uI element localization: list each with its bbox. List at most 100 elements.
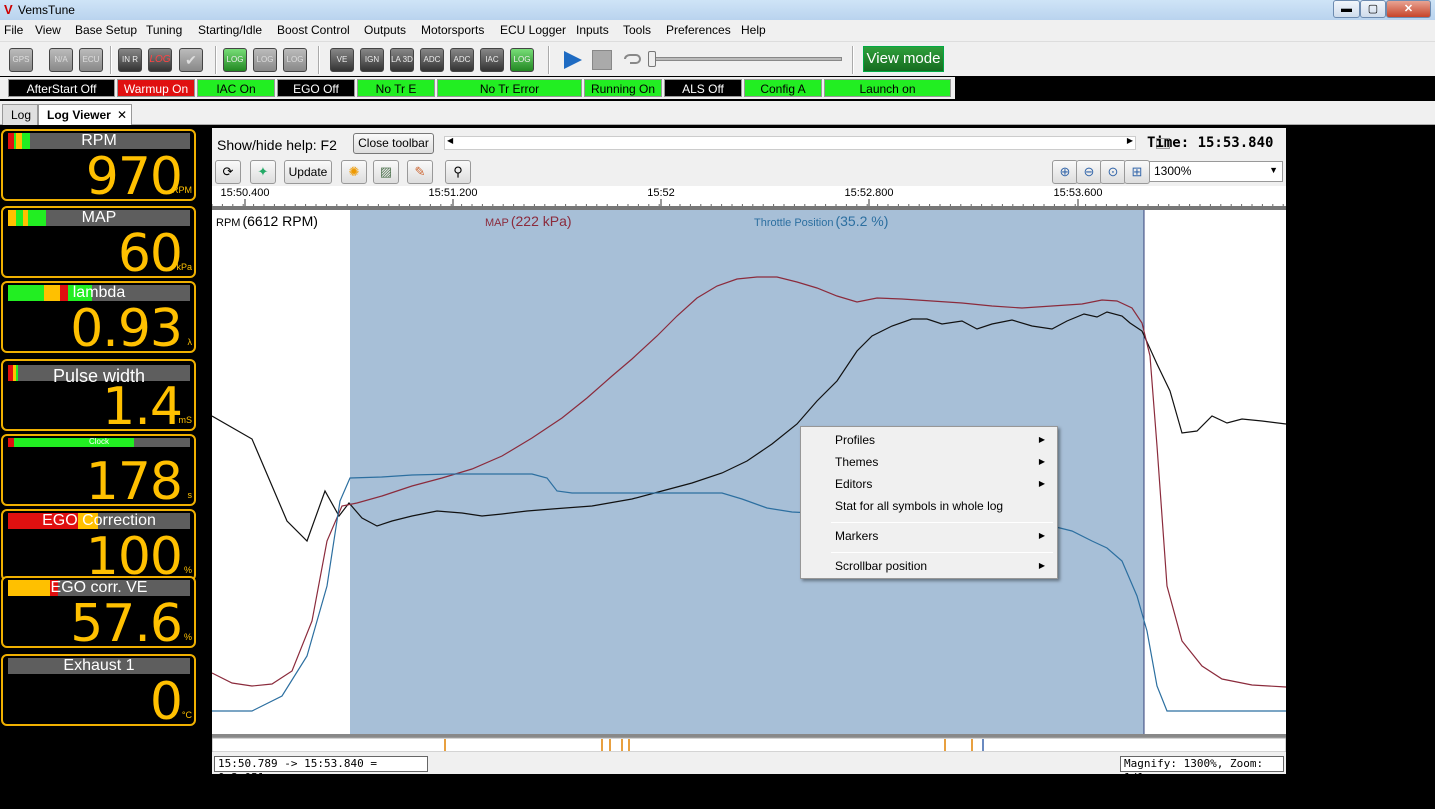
tab-log[interactable]: Log <box>2 104 38 125</box>
view-mode-button[interactable]: View mode <box>863 46 944 72</box>
status-config: Config A <box>744 79 822 97</box>
status-afterstart: AfterStart Off <box>8 79 115 97</box>
ve-3d-icon[interactable]: VE 3D <box>330 48 354 72</box>
menu-preferences[interactable]: Preferences <box>666 23 731 37</box>
tick-label: 15:50.400 <box>221 187 270 199</box>
menu-tools[interactable]: Tools <box>623 23 651 37</box>
marker-strip[interactable] <box>212 737 1286 752</box>
gauge-pulse-width-value: 1.4 <box>102 377 183 431</box>
log-chart[interactable]: 15:50.400 15:51.200 15:52 15:52.800 15:53.60… <box>212 186 1286 752</box>
ctx-scrollbar-position[interactable]: Scrollbar position <box>835 559 927 573</box>
loop-icon[interactable] <box>622 52 642 66</box>
zoom-in-icon[interactable]: ⊕ <box>1052 160 1078 184</box>
window-title: VemsTune <box>18 3 75 17</box>
submenu-arrow-icon: ▶ <box>1038 561 1045 570</box>
gauge-pulse-width: Pulse width 1.4 mS <box>1 359 196 431</box>
gauge-clock: Clock 178 s <box>1 434 196 506</box>
gauge-clock-unit: s <box>187 490 193 500</box>
chevron-down-icon: ▼ <box>1269 165 1278 175</box>
refresh-icon[interactable]: ⟳ <box>215 160 241 184</box>
close-toolbar-button[interactable]: Close toolbar <box>353 133 434 154</box>
help-hint: Show/hide help: F2 <box>217 137 337 153</box>
status-iac: IAC On <box>197 79 275 97</box>
tick-label: 15:53.600 <box>1054 187 1103 199</box>
menu-file[interactable]: File <box>4 23 23 37</box>
ctx-themes[interactable]: Themes <box>835 455 878 469</box>
iac-icon[interactable]: IAC <box>480 48 504 72</box>
menu-help[interactable]: Help <box>741 23 766 37</box>
ecu-icon[interactable]: ECU <box>79 48 103 72</box>
log-view-icon[interactable]: LOG VIEW <box>510 48 534 72</box>
la-3d-icon[interactable]: LA 3D <box>390 48 414 72</box>
status-launch: Launch on <box>824 79 951 97</box>
tab-log-viewer[interactable]: Log Viewer ✕ <box>38 104 132 125</box>
scroll-right-icon[interactable]: ▶ <box>1127 136 1133 145</box>
gps-icon[interactable]: GPS <box>9 48 33 72</box>
tab-log-label: Log <box>11 108 32 122</box>
gauge-ego-correction: EGO Correction 100 % <box>1 509 196 581</box>
zoom-out-icon[interactable]: ⊖ <box>1076 160 1102 184</box>
gauge-log-3-icon[interactable]: LOG <box>283 48 307 72</box>
search-icon[interactable]: ⚲ <box>445 160 471 184</box>
gauge-ego-corr-ve-unit: % <box>183 632 192 642</box>
submenu-arrow-icon: ▶ <box>1038 457 1045 466</box>
ctx-profiles[interactable]: Profiles <box>835 433 875 447</box>
menu-motorsports[interactable]: Motorsports <box>421 23 484 37</box>
gauge-log-2-icon[interactable]: LOG <box>253 48 277 72</box>
ctx-editors[interactable]: Editors <box>835 477 872 491</box>
palette-icon[interactable]: ✎ <box>407 160 433 184</box>
checkmark-icon[interactable]: ✔ <box>179 48 203 72</box>
gauge-pulse-width-unit: mS <box>178 415 193 425</box>
menu-base-setup[interactable]: Base Setup <box>75 23 137 37</box>
zoom-level-select[interactable]: 1300% ▼ <box>1149 161 1283 182</box>
menu-outputs[interactable]: Outputs <box>364 23 406 37</box>
minimize-button[interactable]: ▬ <box>1333 0 1360 18</box>
tick-label: 15:52.800 <box>845 187 894 199</box>
ign-3d-icon[interactable]: IGN 3D <box>360 48 384 72</box>
play-icon[interactable] <box>560 49 584 71</box>
ctx-markers[interactable]: Markers <box>835 529 878 543</box>
status-no-tr-error: No Tr Error <box>437 79 582 97</box>
close-window-button[interactable]: ✕ <box>1386 0 1431 18</box>
zoom-reset-icon[interactable]: ⊙ <box>1100 160 1126 184</box>
maximize-button[interactable]: ▢ <box>1360 0 1386 18</box>
playback-slider-track[interactable] <box>650 57 842 61</box>
gauge-log-icon[interactable]: LOG <box>223 48 247 72</box>
toolbar-separator <box>852 46 854 74</box>
settings-gear-icon[interactable]: ✺ <box>341 160 367 184</box>
input-record-icon[interactable]: IN R <box>118 48 142 72</box>
status-ego: EGO Off <box>277 79 355 97</box>
zoom-level-value: 1300% <box>1154 164 1192 178</box>
horizontal-scrollbar[interactable]: ◀ ▶ <box>444 136 1170 150</box>
menu-inputs[interactable]: Inputs <box>576 23 609 37</box>
toolbar: GPS N/A ECU IN R LOG ✔ LOG LOG LOG VE 3D… <box>0 41 1435 76</box>
menu-ecu-logger[interactable]: ECU Logger <box>500 23 566 37</box>
ctx-stat-all-symbols[interactable]: Stat for all symbols in whole log <box>835 499 1003 513</box>
zoom-fit-icon[interactable]: ⊞ <box>1124 160 1150 184</box>
gauge-map-value: 60 <box>117 224 183 278</box>
adc-custom-icon[interactable]: ADC CUST <box>450 48 474 72</box>
scroll-left-icon[interactable]: ◀ <box>447 136 453 145</box>
adc-all-icon[interactable]: ADC ALL <box>420 48 444 72</box>
menu-tuning[interactable]: Tuning <box>146 23 182 37</box>
gauge-exhaust: Exhaust 1 0 °C <box>1 654 196 726</box>
playback-slider-thumb[interactable] <box>648 51 656 67</box>
menu-view[interactable]: View <box>35 23 61 37</box>
na-icon[interactable]: N/A <box>49 48 73 72</box>
log-icon[interactable]: LOG <box>148 48 172 72</box>
gauge-exhaust-unit: °C <box>181 710 192 720</box>
tab-close-icon[interactable]: ✕ <box>117 108 127 122</box>
stop-icon[interactable] <box>592 50 612 70</box>
toolbar-separator <box>318 46 320 74</box>
menu-starting-idle[interactable]: Starting/Idle <box>198 23 262 37</box>
menu-separator <box>831 552 1053 553</box>
title-bar: V VemsTune ▬ ▢ ✕ <box>0 0 1435 20</box>
submenu-arrow-icon: ▶ <box>1038 479 1045 488</box>
chart-image-icon[interactable]: ▨ <box>373 160 399 184</box>
menu-boost-control[interactable]: Boost Control <box>277 23 350 37</box>
update-button[interactable]: Update <box>284 160 332 184</box>
connect-icon[interactable]: ✦ <box>250 160 276 184</box>
menu-separator <box>831 522 1053 523</box>
gauge-lambda-unit: λ <box>187 337 193 347</box>
gauge-clock-value: 178 <box>85 452 183 506</box>
